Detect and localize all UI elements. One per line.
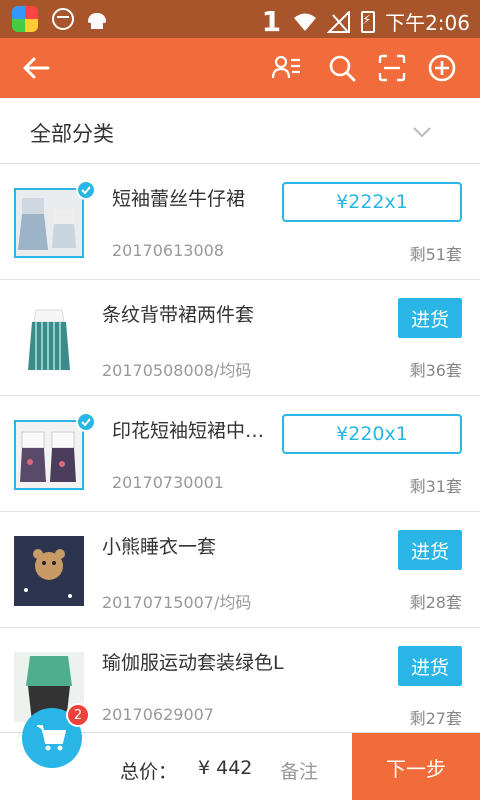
product-code: 20170730001: [112, 473, 224, 492]
product-title: 条纹背带裙两件套: [102, 304, 255, 326]
product-thumbnail: [14, 536, 84, 606]
restock-button[interactable]: 进货: [398, 298, 462, 338]
shopping-cart-icon: [37, 725, 66, 751]
product-item[interactable]: 条纹背带裙两件套 进货 20170508008/均码 剩36套: [0, 280, 480, 396]
note-button[interactable]: 备注: [280, 757, 318, 784]
product-stock: 剩27套: [409, 709, 462, 728]
selected-check-icon: [76, 412, 96, 432]
quantity-price-box[interactable]: ¥220x1: [282, 414, 462, 454]
add-button[interactable]: [422, 48, 462, 88]
product-item[interactable]: 小熊睡衣一套 进货 20170715007/均码 剩28套: [0, 512, 480, 628]
quantity-price-box[interactable]: ¥222x1: [282, 182, 462, 222]
add-circle-icon: [428, 54, 456, 82]
restock-button[interactable]: 进货: [398, 530, 462, 570]
product-title: 小熊睡衣一套: [102, 536, 217, 558]
next-step-button[interactable]: 下一步: [352, 733, 480, 800]
product-title: 印花短袖短裙中…: [112, 420, 265, 442]
product-item[interactable]: 印花短袖短裙中… ¥220x1 20170730001 剩31套: [0, 396, 480, 512]
product-title: 瑜伽服运动套装绿色L: [102, 652, 284, 674]
restock-button[interactable]: 进货: [398, 646, 462, 686]
category-selector[interactable]: 全部分类: [0, 98, 480, 164]
search-icon: [329, 55, 356, 82]
product-thumbnail: [14, 420, 84, 490]
product-thumbnail: [14, 304, 84, 374]
sim-indicator: 1: [261, 5, 282, 38]
category-label: 全部分类: [30, 122, 114, 146]
back-arrow-icon: [23, 57, 50, 79]
product-stock: 剩51套: [409, 245, 462, 264]
scan-icon: [378, 54, 406, 82]
product-code: 20170613008: [112, 241, 224, 260]
total-label: 总价：: [120, 761, 178, 783]
product-code: 20170629007: [102, 705, 214, 724]
customer-list-button[interactable]: [266, 48, 306, 88]
face-icon: [52, 8, 74, 30]
product-code: 20170715007/均码: [102, 593, 252, 612]
product-title: 短袖蕾丝牛仔裙: [112, 188, 246, 210]
product-thumbnail: [14, 188, 84, 258]
status-bar: 1 下午2:06: [0, 0, 480, 38]
contacts-list-icon: [271, 55, 300, 79]
search-button[interactable]: [322, 48, 362, 88]
cart-count-badge: 2: [66, 703, 90, 727]
app-store-icon: [12, 6, 38, 32]
status-time: 下午2:06: [385, 11, 470, 35]
toolbar: [0, 38, 480, 98]
product-list: 短袖蕾丝牛仔裙 ¥222x1 20170613008 剩51套 条纹背带裙两件套…: [0, 164, 480, 744]
signal-icon: [327, 10, 351, 33]
product-stock: 剩36套: [409, 361, 462, 380]
total-value: ¥ 442: [198, 757, 253, 779]
product-code: 20170508008/均码: [102, 361, 252, 380]
battery-charging-icon: [361, 10, 376, 33]
product-stock: 剩28套: [409, 593, 462, 612]
product-item[interactable]: 短袖蕾丝牛仔裙 ¥222x1 20170613008 剩51套: [0, 164, 480, 280]
chevron-down-icon: [413, 127, 431, 138]
wifi-icon: [294, 13, 317, 31]
android-icon: [88, 9, 106, 29]
scan-button[interactable]: [372, 48, 412, 88]
selected-check-icon: [76, 180, 96, 200]
product-stock: 剩31套: [409, 477, 462, 496]
back-button[interactable]: [16, 48, 56, 88]
